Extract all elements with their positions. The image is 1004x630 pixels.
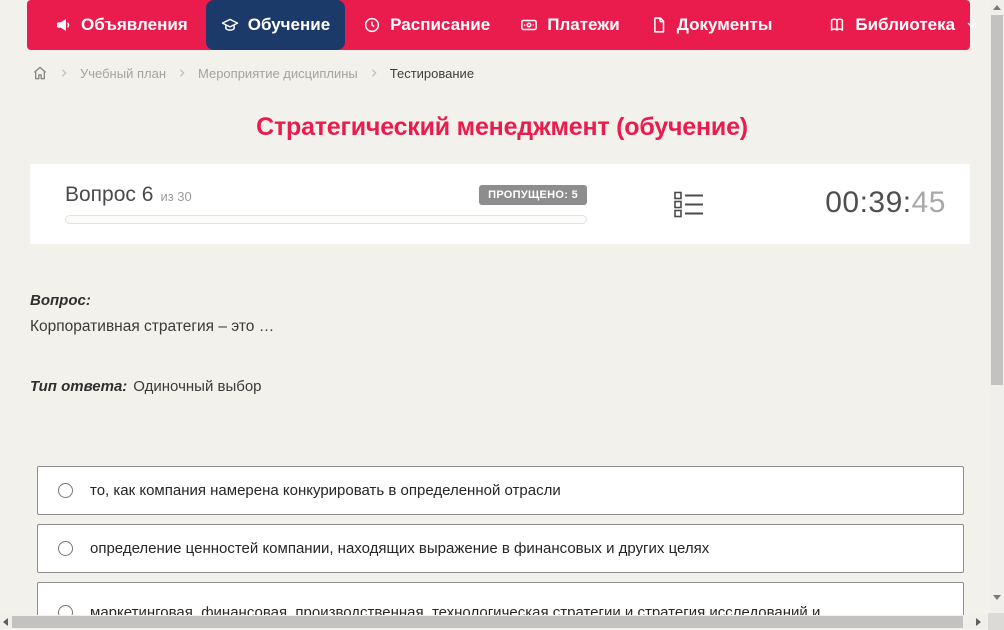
nav-item-label: Документы xyxy=(676,15,773,34)
main-navbar: Объявления Обучение Расписание Платежи Д… xyxy=(27,0,977,50)
nav-item-announcements[interactable]: Объявления xyxy=(39,0,203,50)
answer-option-label: то, как компания намерена конкурировать … xyxy=(90,482,561,499)
question-label: Вопрос: xyxy=(30,292,91,309)
question-list-button[interactable] xyxy=(674,191,706,219)
chevron-right-icon xyxy=(177,68,187,78)
breadcrumb-study-plan[interactable]: Учебный план xyxy=(80,66,166,81)
scroll-down-arrow-icon[interactable] xyxy=(993,595,1001,600)
nav-item-label: Расписание xyxy=(390,15,491,34)
home-icon[interactable] xyxy=(32,65,48,81)
breadcrumb-testing: Тестирование xyxy=(389,65,475,81)
graduation-cap-icon xyxy=(221,16,239,34)
document-icon xyxy=(650,16,668,34)
megaphone-icon xyxy=(54,16,72,34)
page-title: Стратегический менеджмент (обучение) xyxy=(256,113,748,141)
progress-bar xyxy=(65,215,587,224)
question-total: из 30 xyxy=(160,189,192,204)
nav-item-learning[interactable]: Обучение xyxy=(205,0,346,50)
clock-icon xyxy=(363,16,381,34)
question-number: Вопрос 6 xyxy=(65,183,154,206)
horizontal-scrollbar-thumb[interactable] xyxy=(12,616,963,628)
answer-options: то, как компания намерена конкурировать … xyxy=(37,466,964,630)
answer-option-1[interactable]: то, как компания намерена конкурировать … xyxy=(37,466,964,515)
scrollbar-corner xyxy=(988,613,1004,630)
nav-item-schedule[interactable]: Расписание xyxy=(348,0,505,50)
vertical-scrollbar-thumb[interactable] xyxy=(991,15,1003,385)
scroll-left-arrow-icon[interactable] xyxy=(3,618,8,626)
nav-item-label: Объявления xyxy=(81,15,188,34)
answer-type: Тип ответа: Одиночный выбор xyxy=(30,378,262,395)
list-icon xyxy=(674,191,704,222)
nav-item-label: Обучение xyxy=(247,15,331,34)
skipped-badge: ПРОПУЩЕНО: 5 xyxy=(479,185,587,205)
answer-option-2[interactable]: определение ценностей компании, находящи… xyxy=(37,524,964,573)
timer-seconds: 45 xyxy=(911,186,946,219)
timer: 00:39:45 xyxy=(825,186,946,220)
scroll-up-arrow-icon[interactable] xyxy=(993,5,1001,10)
nav-item-library[interactable]: Библиотека xyxy=(813,0,993,50)
nav-item-label: Платежи xyxy=(547,15,620,34)
chevron-right-icon xyxy=(369,68,379,78)
question-counter: Вопрос 6 из 30 xyxy=(65,183,192,207)
question-text: Корпоративная стратегия – это … xyxy=(30,318,275,335)
radio-button[interactable] xyxy=(58,483,73,498)
chevron-down-icon xyxy=(964,19,978,31)
breadcrumb: Учебный план Мероприятие дисциплины Тест… xyxy=(32,61,474,85)
scroll-right-arrow-icon[interactable] xyxy=(976,618,981,626)
answer-option-label: определение ценностей компании, находящи… xyxy=(90,540,710,557)
nav-item-payments[interactable]: Платежи xyxy=(505,0,635,50)
chevron-right-icon xyxy=(59,68,69,78)
horizontal-scrollbar[interactable] xyxy=(0,615,988,629)
answer-type-label: Тип ответа: xyxy=(30,378,128,395)
nav-item-documents[interactable]: Документы xyxy=(635,0,788,50)
vertical-scrollbar[interactable] xyxy=(990,0,1004,613)
book-icon xyxy=(828,16,846,34)
timer-minutes: 00:39: xyxy=(825,186,912,219)
nav-item-label: Библиотека xyxy=(855,15,956,34)
question-panel: Вопрос 6 из 30 ПРОПУЩЕНО: 5 00:39:45 xyxy=(30,164,970,244)
answer-type-value: Одиночный выбор xyxy=(133,378,262,395)
question-progress-block: Вопрос 6 из 30 ПРОПУЩЕНО: 5 xyxy=(65,183,587,224)
breadcrumb-discipline-event[interactable]: Мероприятие дисциплины xyxy=(198,66,358,81)
banknote-icon xyxy=(520,16,538,34)
radio-button[interactable] xyxy=(58,541,73,556)
